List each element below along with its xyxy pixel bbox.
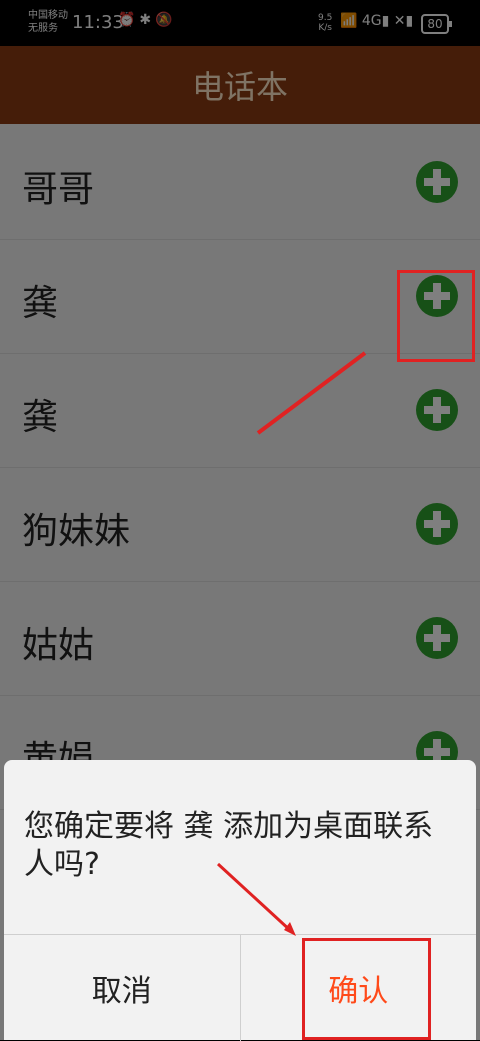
annotation-arrows	[216, 351, 367, 936]
annotation-arrow-line	[216, 862, 294, 934]
annotation-arrow-head	[284, 922, 296, 936]
annotation-arrow-line	[256, 351, 367, 435]
